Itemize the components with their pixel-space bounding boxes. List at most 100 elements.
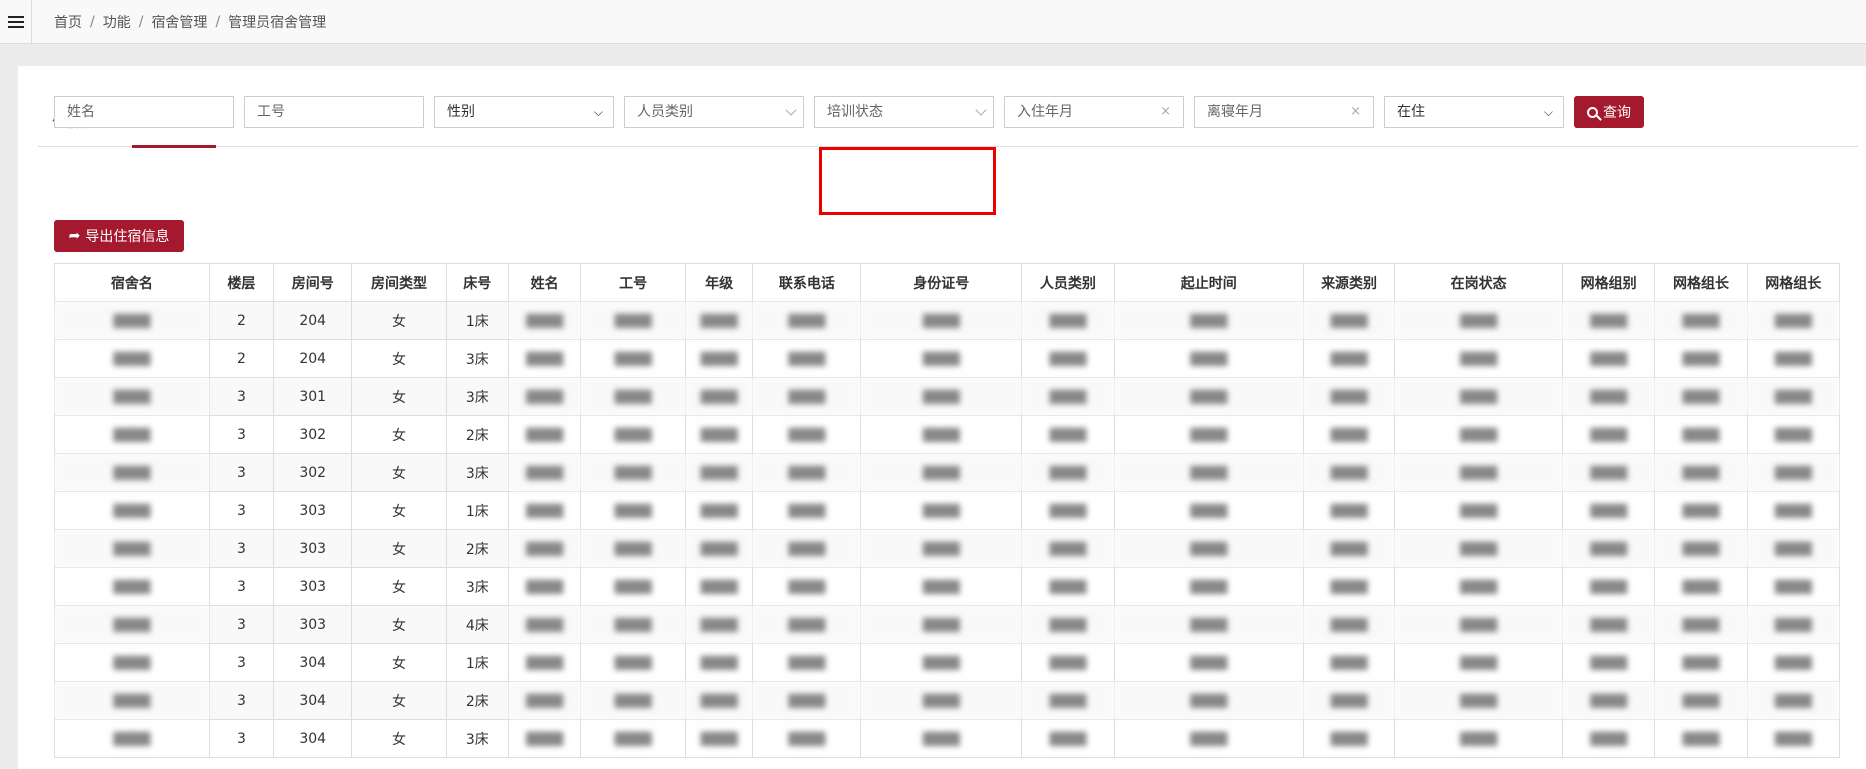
redacted-cell: ████ — [507, 453, 582, 492]
table-cell: 204 — [273, 339, 353, 378]
redacted-cell: ████ — [1746, 719, 1840, 758]
table-cell: 303 — [273, 491, 353, 530]
redacted-cell: ████ — [1302, 377, 1396, 416]
table-row[interactable]: ████ 3 304 女 1床 ████ ████ ████ ████ ████ ████ ████ █… — [54, 643, 1840, 682]
redacted-cell: ████ — [54, 339, 210, 378]
table-row[interactable]: ████ 3 303 女 4床 ████ ████ ████ ████ ████ ████ ████ █… — [54, 605, 1840, 644]
redacted-cell: ████ — [54, 643, 210, 682]
table-cell: 3 — [208, 377, 275, 416]
menu-icon[interactable] — [0, 0, 32, 44]
table-cell: 女 — [351, 605, 447, 644]
training-status-dropdown[interactable]: 培训状态 — [814, 96, 994, 128]
table-row[interactable]: ████ 3 303 女 1床 ████ ████ ████ ████ ████ ████ ████ █… — [54, 491, 1840, 530]
column-header: 起止时间 — [1113, 263, 1304, 302]
table-row[interactable]: ████ 3 302 女 2床 ████ ████ ████ ████ ████ ████ ████ █… — [54, 415, 1840, 454]
table-row[interactable]: ████ 2 204 女 3床 ████ ████ ████ ████ ████ ████ ████ █… — [54, 339, 1840, 378]
table-cell: 301 — [273, 377, 353, 416]
table-cell: 2床 — [445, 415, 509, 454]
table-cell: 女 — [351, 415, 447, 454]
redacted-cell: ████ — [1394, 567, 1564, 606]
redacted-cell: ████ — [1562, 339, 1656, 378]
checkout-month-picker[interactable]: 离寝年月 × — [1194, 96, 1374, 128]
table-cell: 303 — [273, 529, 353, 568]
redacted-cell: ████ — [1746, 339, 1840, 378]
redacted-cell: ████ — [1654, 643, 1748, 682]
table-row[interactable]: ████ 3 304 女 2床 ████ ████ ████ ████ ████ ████ ████ █… — [54, 681, 1840, 720]
table-cell: 2 — [208, 339, 275, 378]
redacted-cell: ████ — [752, 605, 862, 644]
gender-select[interactable]: 性别 ⌵ — [434, 96, 614, 128]
table-row[interactable]: ████ 2 204 女 1床 ████ ████ ████ ████ ████ ████ ████ █… — [54, 301, 1840, 340]
employee-id-input[interactable]: 工号 — [244, 96, 424, 128]
table-row[interactable]: ████ 3 301 女 3床 ████ ████ ████ ████ ████ ████ ████ █… — [54, 377, 1840, 416]
table-cell: 女 — [351, 681, 447, 720]
redacted-cell: ████ — [684, 339, 754, 378]
redacted-cell: ████ — [1394, 605, 1564, 644]
table-cell: 304 — [273, 643, 353, 682]
table-row[interactable]: ████ 3 304 女 3床 ████ ████ ████ ████ ████ ████ ████ █… — [54, 719, 1840, 758]
redacted-cell: ████ — [860, 529, 1023, 568]
redacted-cell: ████ — [752, 377, 862, 416]
redacted-cell: ████ — [54, 453, 210, 492]
redacted-cell: ████ — [1746, 377, 1840, 416]
redacted-cell: ████ — [1654, 491, 1748, 530]
redacted-cell: ████ — [1113, 529, 1304, 568]
table-cell: 3 — [208, 605, 275, 644]
redacted-cell: ████ — [860, 377, 1023, 416]
table-row[interactable]: ████ 3 302 女 3床 ████ ████ ████ ████ ████ ████ ████ █… — [54, 453, 1840, 492]
redacted-cell: ████ — [1654, 529, 1748, 568]
redacted-cell: ████ — [1113, 643, 1304, 682]
redacted-cell: ████ — [1302, 529, 1396, 568]
checkin-month-picker[interactable]: 入住年月 × — [1004, 96, 1184, 128]
redacted-cell: ████ — [580, 453, 686, 492]
column-header: 在岗状态 — [1394, 263, 1564, 302]
breadcrumb-home[interactable]: 首页 — [54, 12, 82, 32]
table-cell: 2床 — [445, 529, 509, 568]
table-cell: 女 — [351, 719, 447, 758]
redacted-cell: ████ — [860, 681, 1023, 720]
table-body: ████ 2 204 女 1床 ████ ████ ████ ████ ████ ████ ████ █… — [54, 301, 1840, 758]
table-cell: 3 — [208, 681, 275, 720]
chevron-down-icon: ⌵ — [1543, 105, 1553, 119]
breadcrumb-dorm-management[interactable]: 宿舍管理 — [151, 12, 207, 32]
redacted-cell: ████ — [1562, 301, 1656, 340]
search-button[interactable]: 查询 — [1574, 96, 1644, 128]
column-header: 楼层 — [208, 263, 275, 302]
table-cell: 204 — [273, 301, 353, 340]
redacted-cell: ████ — [1302, 453, 1396, 492]
redacted-cell: ████ — [507, 529, 582, 568]
redacted-cell: ████ — [1394, 529, 1564, 568]
checkin-month-value: 入住年月 — [1017, 104, 1073, 120]
person-type-dropdown[interactable]: 人员类别 — [624, 96, 804, 128]
personnel-table: 宿舍名 楼层 房间号 房间类型 床号 姓名 工号 年级 联系电话 身份证号 人员类别 起止时间 来源类别… — [54, 263, 1840, 758]
breadcrumb-function[interactable]: 功能 — [103, 12, 131, 32]
redacted-cell: ████ — [507, 681, 582, 720]
redacted-cell: ████ — [1021, 643, 1115, 682]
table-cell: 女 — [351, 453, 447, 492]
column-header: 房间号 — [273, 263, 353, 302]
table-row[interactable]: ████ 3 303 女 3床 ████ ████ ████ ████ ████ ████ ████ █… — [54, 567, 1840, 606]
redacted-cell: ████ — [507, 415, 582, 454]
redacted-cell: ████ — [1654, 301, 1748, 340]
export-button[interactable]: ➦ 导出住宿信息 — [54, 220, 184, 252]
redacted-cell: ████ — [1302, 719, 1396, 758]
redacted-cell: ████ — [580, 567, 686, 606]
redacted-cell: ████ — [684, 301, 754, 340]
redacted-cell: ████ — [54, 605, 210, 644]
table-cell: 3床 — [445, 453, 509, 492]
redacted-cell: ████ — [1021, 377, 1115, 416]
name-input[interactable]: 姓名 — [54, 96, 234, 128]
redacted-cell: ████ — [1562, 681, 1656, 720]
redacted-cell: ████ — [752, 491, 862, 530]
redacted-cell: ████ — [1394, 681, 1564, 720]
redacted-cell: ████ — [860, 301, 1023, 340]
clear-icon[interactable]: × — [1160, 97, 1171, 127]
table-cell: 3 — [208, 643, 275, 682]
residence-status-value: 在住 — [1397, 104, 1425, 120]
residence-status-select[interactable]: 在住 ⌵ — [1384, 96, 1564, 128]
table-row[interactable]: ████ 3 303 女 2床 ████ ████ ████ ████ ████ ████ ████ █… — [54, 529, 1840, 568]
clear-icon[interactable]: × — [1350, 97, 1361, 127]
redacted-cell: ████ — [860, 719, 1023, 758]
redacted-cell: ████ — [752, 453, 862, 492]
redacted-cell: ████ — [580, 529, 686, 568]
